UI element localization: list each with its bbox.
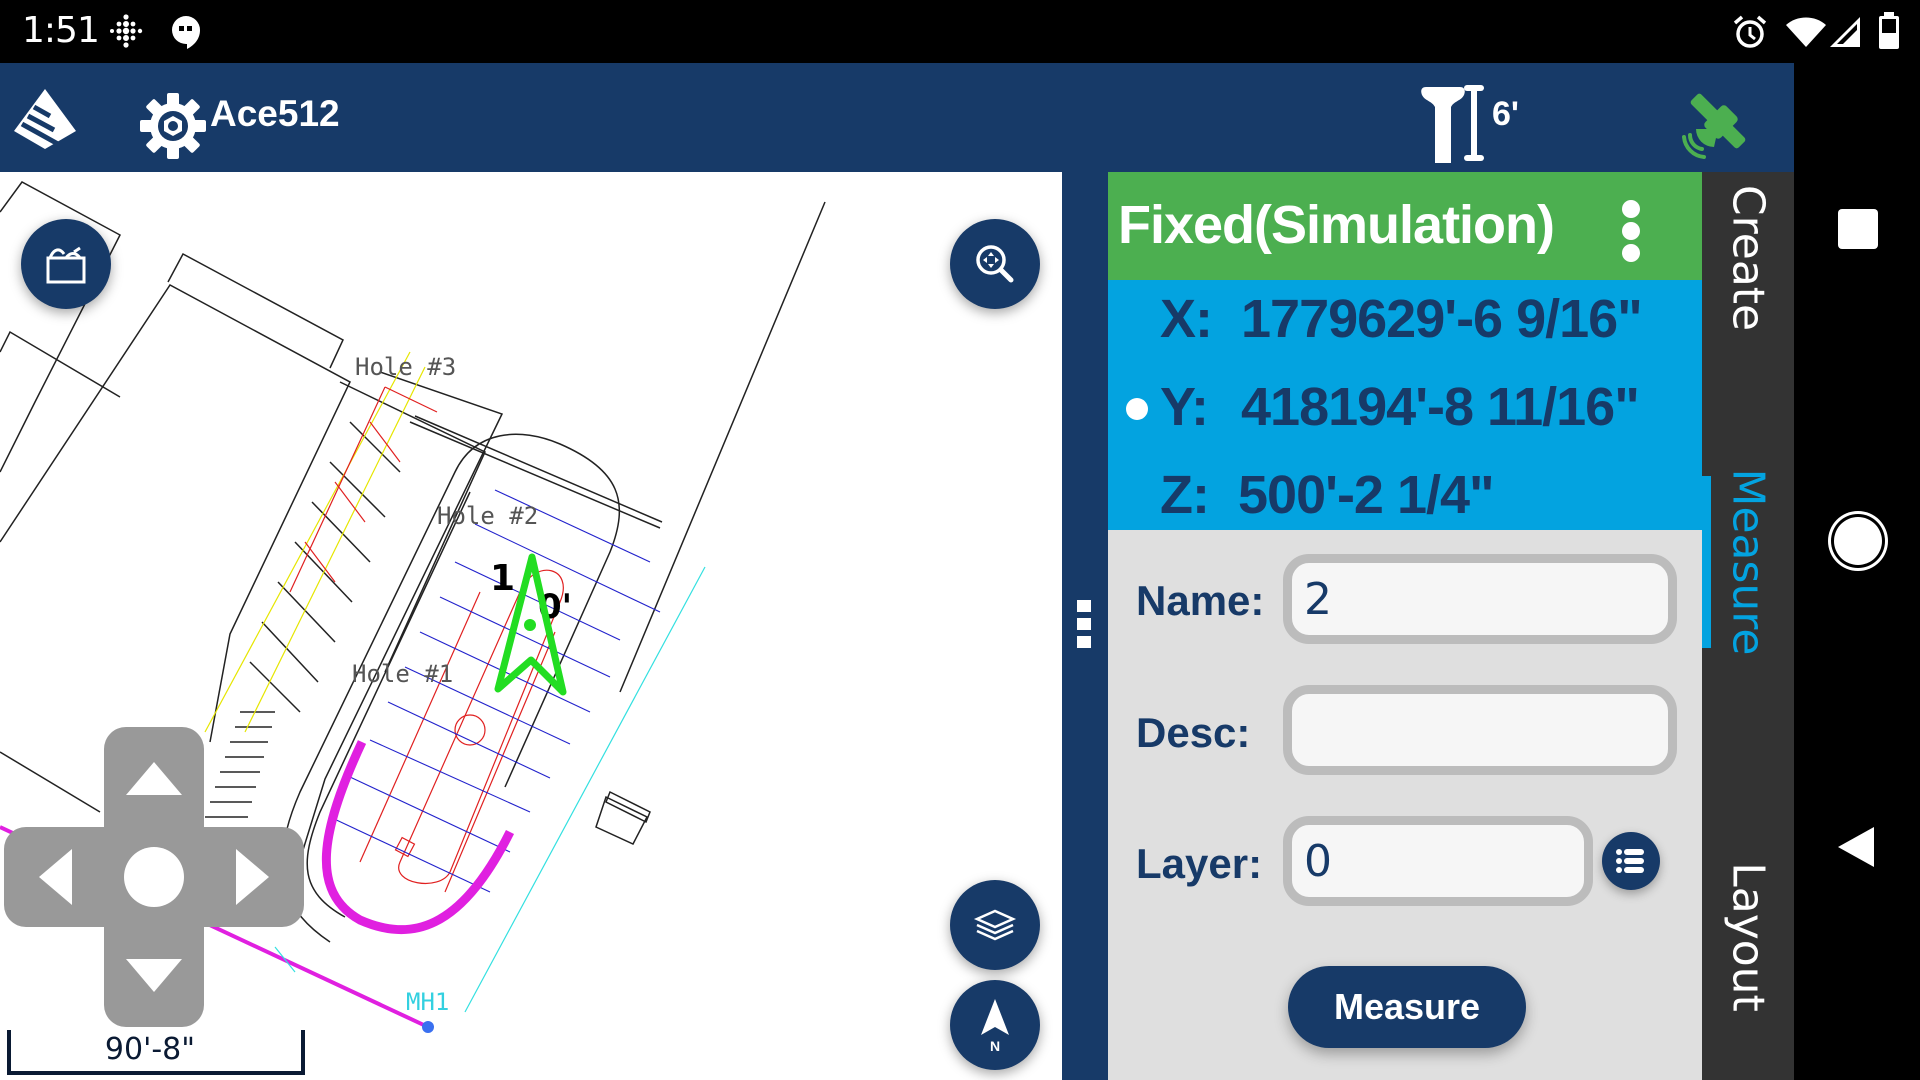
name-input[interactable] [1283,554,1677,644]
drag-handle-icon[interactable] [1077,600,1091,654]
list-icon [1616,849,1644,873]
dpad-control[interactable] [4,727,304,1027]
desc-input[interactable] [1283,685,1677,775]
coord-y-value: 418194'-8 11/16" [1241,377,1640,437]
pyramid-logo-icon[interactable] [14,89,76,149]
status-time: 1:51 [22,10,100,51]
selected-indicator [1126,398,1148,420]
battery-icon [1879,12,1899,49]
building-outline [0,284,351,743]
label-hole-3: Hole #3 [355,353,456,381]
measure-button[interactable]: Measure [1288,966,1526,1048]
map-view[interactable]: Hole #3 Hole #2 Hole #1 MH1 1 0' N [0,172,1062,1080]
layers-button[interactable] [950,880,1040,970]
layer-input[interactable] [1283,816,1593,906]
coord-z[interactable]: Z: 500'-2 1/4" [1108,456,1702,536]
north-arrow-icon: N [981,999,1009,1054]
tab-measure[interactable]: Measure [1702,469,1794,656]
label-hole-1: Hole #1 [352,660,453,688]
north-button[interactable]: N [950,980,1040,1070]
coordinates: X: 1779629'-6 9/16" Y: 418194'-8 11/16" … [1108,280,1702,530]
zoom-extents-button[interactable] [950,219,1040,309]
tab-create[interactable]: Create [1702,172,1794,344]
desc-label: Desc: [1136,709,1251,756]
coord-z-value: 500'-2 1/4" [1238,465,1495,525]
coord-y[interactable]: Y: 418194'-8 11/16" [1108,368,1702,448]
app-bar: Ace512 6' [0,63,1794,172]
back-button[interactable] [1836,825,1876,869]
panel-divider[interactable] [1062,172,1108,1080]
system-nav-bar [1794,63,1920,1080]
toolbox-button[interactable] [21,219,111,309]
status-bar: 1:51 [0,0,1920,63]
active-tab-indicator [1702,476,1711,648]
fix-status-header: Fixed(Simulation) [1108,172,1702,280]
mode-tabs: Create Measure Layout [1702,172,1794,1080]
label-hole-2: Hole #2 [437,502,538,530]
signal-icon [1830,17,1860,47]
home-button[interactable] [1834,517,1882,565]
satellite-icon[interactable] [1678,85,1758,165]
layer-label: Layer: [1136,840,1263,887]
dpad-center-icon[interactable] [124,847,184,907]
more-options-icon[interactable] [1622,200,1642,266]
coord-x-value: 1779629'-6 9/16" [1241,289,1643,349]
layers-icon [973,909,1017,941]
dim-text-1: 1 [490,558,515,599]
svg-text:N: N [990,1038,1000,1054]
toolbox-icon [46,246,86,284]
job-title[interactable]: Ace512 [210,93,340,135]
scale-label: 90'-8" [104,1032,196,1067]
fitbit-icon [110,14,143,48]
measure-panel: Fixed(Simulation) X: 1779629'-6 9/16" Y:… [1108,172,1702,1080]
recents-button[interactable] [1838,209,1878,249]
label-mh1: MH1 [406,988,449,1016]
hangouts-icon [172,16,200,49]
wifi-icon [1786,17,1826,47]
gear-icon[interactable] [140,93,206,159]
zoom-extents-icon [976,245,1014,283]
tab-layout[interactable]: Layout [1702,822,1794,1052]
name-label: Name: [1136,577,1265,624]
fix-status: Fixed(Simulation) [1118,195,1555,255]
alarm-icon [1733,15,1767,48]
pole-height: 6' [1492,95,1519,133]
coord-x[interactable]: X: 1779629'-6 9/16" [1108,280,1702,360]
layer-list-button[interactable] [1602,832,1660,890]
